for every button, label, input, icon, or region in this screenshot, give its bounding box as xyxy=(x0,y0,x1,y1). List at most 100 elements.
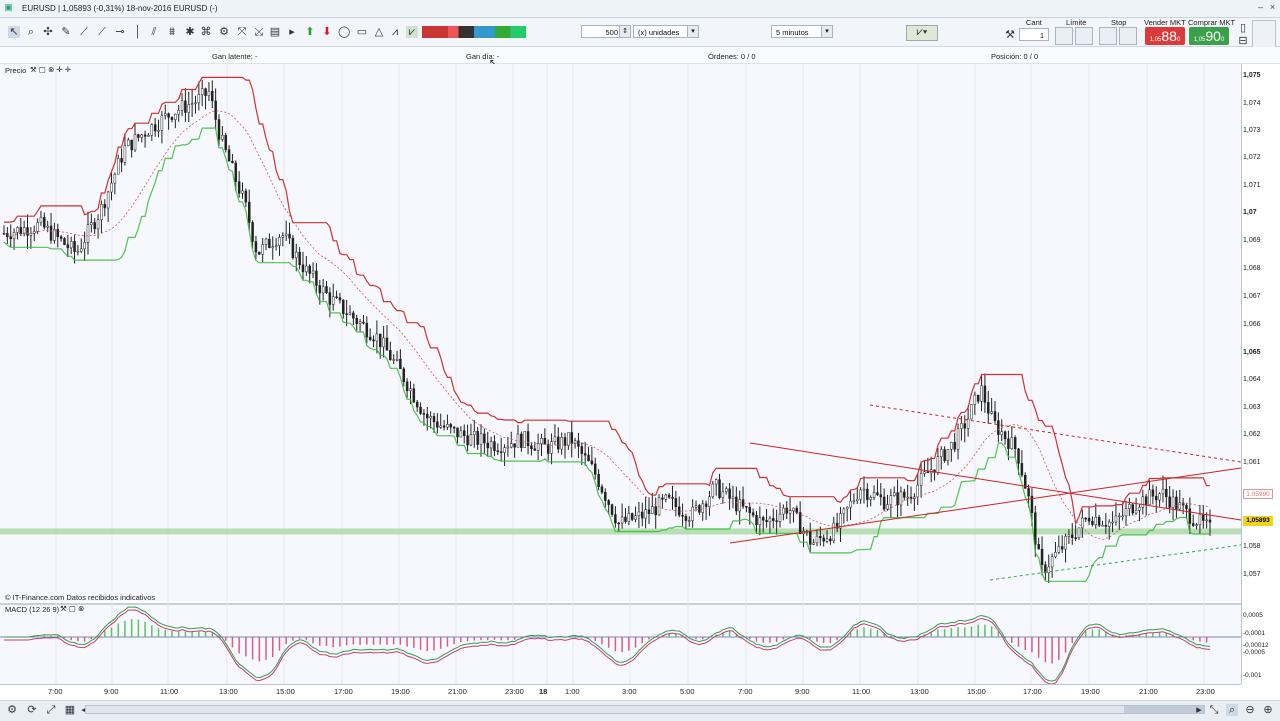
horizontal-scrollbar[interactable] xyxy=(85,705,1205,714)
candle-body xyxy=(526,431,530,446)
candle-body xyxy=(190,103,194,105)
candle-body xyxy=(1081,517,1084,529)
macd-tick: -0,00012 xyxy=(1243,642,1269,649)
candle-body xyxy=(620,516,624,524)
candle-body xyxy=(227,149,231,162)
candle-body xyxy=(919,473,923,486)
minimize-icon[interactable]: – xyxy=(1256,3,1265,12)
candle-body xyxy=(1107,521,1111,527)
candle-body xyxy=(704,503,708,507)
candle-body xyxy=(1054,552,1057,558)
candle-body xyxy=(946,449,950,461)
candle-body xyxy=(882,496,886,510)
time-tick: 7:00 xyxy=(48,687,63,696)
candle-body xyxy=(832,522,836,542)
collapse-icon[interactable] xyxy=(1252,20,1276,50)
candle-body xyxy=(177,109,180,115)
candle-body xyxy=(667,494,671,498)
time-tick: 15:00 xyxy=(276,687,295,696)
candle-body xyxy=(395,358,399,361)
candle-body xyxy=(1208,519,1212,523)
candle-body xyxy=(546,443,550,454)
candle-body xyxy=(617,522,621,525)
candle-body xyxy=(355,317,358,324)
candle-body xyxy=(557,436,560,450)
candle-body xyxy=(264,238,268,245)
zoom-fit-icon[interactable]: ⌕ xyxy=(1226,704,1238,716)
price-tick: 1,057 xyxy=(1243,571,1261,578)
candle-body xyxy=(563,437,567,446)
chart-canvas[interactable] xyxy=(0,0,1241,684)
candle-body xyxy=(261,244,264,255)
candle-body xyxy=(916,484,919,498)
candle-body xyxy=(291,237,295,259)
candle-body xyxy=(1141,496,1145,508)
candle-body xyxy=(1165,488,1168,498)
candle-body xyxy=(1087,517,1091,522)
candle-body xyxy=(197,94,201,104)
candle-body xyxy=(926,471,930,474)
candle-body xyxy=(906,496,909,499)
candle-body xyxy=(167,113,170,118)
time-tick: 13:00 xyxy=(219,687,238,696)
candle-body xyxy=(1020,463,1024,476)
candle-body xyxy=(368,336,372,340)
candle-body xyxy=(520,433,523,448)
grid-icon[interactable]: ▦ xyxy=(64,704,76,716)
candle-body xyxy=(402,368,406,382)
price-panel-tools-icon[interactable]: ⚒ ▢ ⊗ ✛ ✛ xyxy=(30,65,71,74)
macd-tools-icon[interactable]: ⚒ ▢ ⊗ xyxy=(60,604,84,613)
candle-body xyxy=(624,516,627,522)
candle-body xyxy=(876,492,879,496)
candle-body xyxy=(1111,521,1114,524)
zoom-out-icon[interactable]: ⊖ xyxy=(1244,704,1256,716)
candle-body xyxy=(26,227,29,236)
candle-body xyxy=(281,235,285,238)
time-tick: 3:00 xyxy=(622,687,637,696)
candle-body xyxy=(221,135,224,140)
candle-body xyxy=(1144,496,1148,505)
scroll-thumb[interactable] xyxy=(1124,706,1204,713)
fit-icon[interactable]: ⤡ xyxy=(1208,704,1220,716)
price-tick: 1,068 xyxy=(1243,265,1261,272)
candle-body xyxy=(308,265,311,274)
price-tick: 1,058 xyxy=(1243,543,1261,550)
price-tick: 1,075 xyxy=(1243,72,1261,79)
candle-body xyxy=(1003,431,1007,440)
candle-body xyxy=(765,519,768,523)
candle-body xyxy=(217,119,221,140)
candle-body xyxy=(120,158,123,163)
candle-body xyxy=(1124,508,1128,517)
candle-body xyxy=(976,394,980,402)
candle-body xyxy=(560,437,563,450)
fullscreen-icon[interactable]: ⤢ xyxy=(45,704,57,716)
candle-body xyxy=(1091,520,1094,525)
sync-icon[interactable]: ⟳ xyxy=(26,704,38,716)
settings-icon[interactable]: ⚙ xyxy=(6,704,18,716)
candle-body xyxy=(43,216,46,228)
candle-body xyxy=(442,425,446,428)
candle-body xyxy=(825,538,829,542)
candle-body xyxy=(1171,496,1175,508)
candle-body xyxy=(143,134,147,137)
candle-body xyxy=(993,411,997,421)
candle-body xyxy=(1007,438,1010,449)
candle-body xyxy=(553,436,557,442)
time-axis[interactable] xyxy=(0,684,1241,701)
candle-body xyxy=(1044,564,1047,574)
candle-body xyxy=(543,437,547,445)
zoom-in-icon[interactable]: ⊕ xyxy=(1262,704,1274,716)
candle-body xyxy=(1034,512,1037,545)
current-price-badge: 1,05893 xyxy=(1243,516,1273,526)
candle-body xyxy=(577,440,580,447)
time-tick: 11:00 xyxy=(160,687,179,696)
candle-body xyxy=(597,473,600,487)
candle-body xyxy=(970,404,973,420)
close-icon[interactable]: × xyxy=(1268,3,1277,12)
time-tick: 9:00 xyxy=(795,687,810,696)
candle-body xyxy=(735,496,738,512)
candle-body xyxy=(950,441,953,450)
scroll-right-icon[interactable]: ▸ xyxy=(1193,704,1205,716)
candle-body xyxy=(778,513,782,522)
price-tick: 1,071 xyxy=(1243,182,1261,189)
